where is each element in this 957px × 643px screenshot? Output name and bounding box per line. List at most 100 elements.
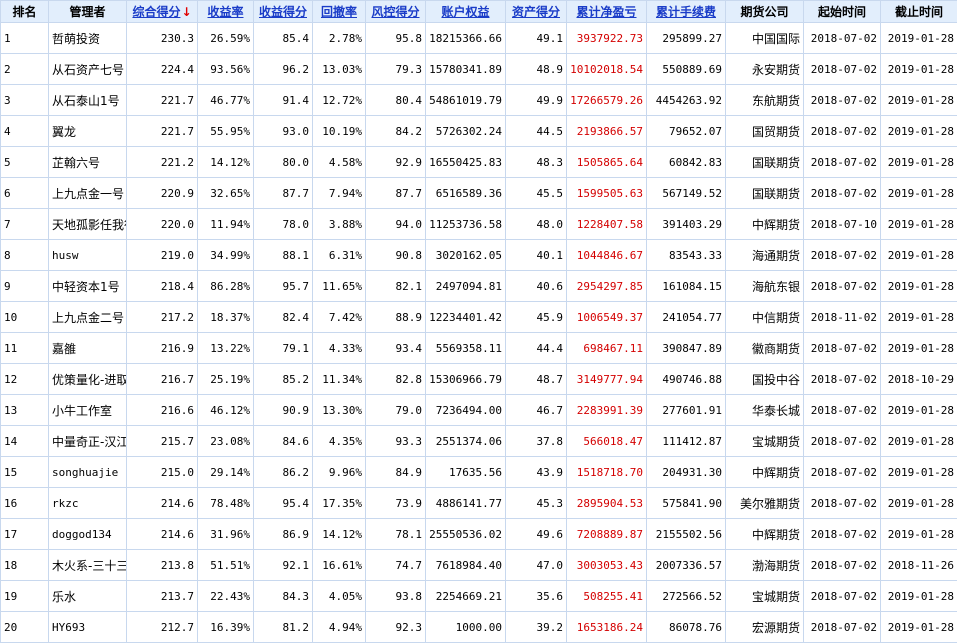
cell-drawdown: 14.12% <box>313 519 366 550</box>
cell-net-pnl: 698467.11 <box>567 333 647 364</box>
cell-return-score: 86.9 <box>254 519 313 550</box>
cell-return-score: 80.0 <box>254 147 313 178</box>
cell-company: 海通期货 <box>726 240 804 271</box>
cell-manager-link[interactable]: 中量奇正-汉江1号 <box>49 426 127 457</box>
cell-end-time: 2019-01-28 <box>881 581 957 612</box>
cell-return-score: 88.1 <box>254 240 313 271</box>
table-row: 18木火系-三十三期213.851.51%92.116.61%74.776189… <box>1 550 957 581</box>
cell-end-time: 2019-01-28 <box>881 178 957 209</box>
cell-risk-score: 84.2 <box>366 116 426 147</box>
table-row: 6上九点金一号220.932.65%87.77.94%87.76516589.3… <box>1 178 957 209</box>
cell-manager-link[interactable]: 天地孤影任我行 <box>49 209 127 240</box>
cell-drawdown: 4.35% <box>313 426 366 457</box>
cell-manager-link[interactable]: rkzc <box>49 488 127 519</box>
cell-return-score: 85.4 <box>254 23 313 54</box>
cell-manager-link[interactable]: 上九点金一号 <box>49 178 127 209</box>
cell-manager-link[interactable]: 小牛工作室 <box>49 395 127 426</box>
cell-equity: 2254669.21 <box>426 581 506 612</box>
cell-asset-score: 46.7 <box>506 395 567 426</box>
cell-asset-score: 45.9 <box>506 302 567 333</box>
cell-return-score: 84.3 <box>254 581 313 612</box>
cell-net-pnl: 2954297.85 <box>567 271 647 302</box>
header-return-score-sort[interactable]: 收益得分 <box>254 1 313 23</box>
cell-net-pnl: 1653186.24 <box>567 612 647 643</box>
cell-fees: 86078.76 <box>647 612 726 643</box>
cell-asset-score: 47.0 <box>506 550 567 581</box>
cell-start-time: 2018-07-02 <box>804 612 881 643</box>
header-equity-sort[interactable]: 账户权益 <box>426 1 506 23</box>
cell-drawdown: 7.94% <box>313 178 366 209</box>
cell-risk-score: 90.8 <box>366 240 426 271</box>
cell-asset-score: 48.9 <box>506 54 567 85</box>
cell-drawdown: 3.88% <box>313 209 366 240</box>
cell-manager-link[interactable]: 哲萌投资 <box>49 23 127 54</box>
cell-start-time: 2018-07-02 <box>804 240 881 271</box>
cell-equity: 17635.56 <box>426 457 506 488</box>
cell-risk-score: 94.0 <box>366 209 426 240</box>
cell-net-pnl: 1006549.37 <box>567 302 647 333</box>
cell-manager-link[interactable]: 中轻资本1号 <box>49 271 127 302</box>
cell-manager-link[interactable]: 优策量化-进取 <box>49 364 127 395</box>
cell-rank: 20 <box>1 612 49 643</box>
cell-rank: 10 <box>1 302 49 333</box>
cell-return-score: 81.2 <box>254 612 313 643</box>
cell-risk-score: 82.1 <box>366 271 426 302</box>
cell-equity: 54861019.79 <box>426 85 506 116</box>
cell-manager-link[interactable]: songhuajie <box>49 457 127 488</box>
cell-return-rate: 23.08% <box>198 426 254 457</box>
cell-manager-link[interactable]: doggod134 <box>49 519 127 550</box>
cell-score: 221.7 <box>127 85 198 116</box>
table-row: 17doggod134214.631.96%86.914.12%78.12555… <box>1 519 957 550</box>
cell-company: 渤海期货 <box>726 550 804 581</box>
header-drawdown-sort[interactable]: 回撤率 <box>313 1 366 23</box>
sort-desc-icon: ↓ <box>181 5 191 19</box>
header-asset-score-sort[interactable]: 资产得分 <box>506 1 567 23</box>
header-risk-score-sort[interactable]: 风控得分 <box>366 1 426 23</box>
cell-return-rate: 18.37% <box>198 302 254 333</box>
cell-equity: 5569358.11 <box>426 333 506 364</box>
cell-end-time: 2019-01-28 <box>881 54 957 85</box>
cell-manager-link[interactable]: 木火系-三十三期 <box>49 550 127 581</box>
cell-end-time: 2019-01-28 <box>881 395 957 426</box>
cell-score: 214.6 <box>127 488 198 519</box>
cell-return-rate: 14.12% <box>198 147 254 178</box>
header-fees-sort[interactable]: 累计手续费 <box>647 1 726 23</box>
cell-manager-link[interactable]: 翼龙 <box>49 116 127 147</box>
table-row: 10上九点金二号217.218.37%82.47.42%88.912234401… <box>1 302 957 333</box>
cell-company: 美尔雅期货 <box>726 488 804 519</box>
cell-company: 国联期货 <box>726 147 804 178</box>
cell-end-time: 2019-01-28 <box>881 147 957 178</box>
cell-drawdown: 10.19% <box>313 116 366 147</box>
cell-asset-score: 49.9 <box>506 85 567 116</box>
cell-risk-score: 93.4 <box>366 333 426 364</box>
cell-manager-link[interactable]: 乐水 <box>49 581 127 612</box>
cell-manager-link[interactable]: 嘉雒 <box>49 333 127 364</box>
cell-manager-link[interactable]: 从石资产七号 <box>49 54 127 85</box>
header-score-sort[interactable]: 综合得分↓ <box>127 1 198 23</box>
cell-risk-score: 87.7 <box>366 178 426 209</box>
cell-fees: 295899.27 <box>647 23 726 54</box>
header-return-rate-sort[interactable]: 收益率 <box>198 1 254 23</box>
cell-equity: 7618984.40 <box>426 550 506 581</box>
cell-equity: 25550536.02 <box>426 519 506 550</box>
cell-start-time: 2018-07-02 <box>804 488 881 519</box>
cell-return-rate: 78.48% <box>198 488 254 519</box>
cell-score: 230.3 <box>127 23 198 54</box>
cell-fees: 567149.52 <box>647 178 726 209</box>
cell-asset-score: 44.4 <box>506 333 567 364</box>
cell-rank: 17 <box>1 519 49 550</box>
cell-manager-link[interactable]: HY693 <box>49 612 127 643</box>
cell-rank: 15 <box>1 457 49 488</box>
cell-asset-score: 44.5 <box>506 116 567 147</box>
header-net-pnl-sort[interactable]: 累计净盈亏 <box>567 1 647 23</box>
cell-return-rate: 93.56% <box>198 54 254 85</box>
table-row: 20HY693212.716.39%81.24.94%92.31000.0039… <box>1 612 957 643</box>
cell-manager-link[interactable]: 芷翰六号 <box>49 147 127 178</box>
cell-manager-link[interactable]: 从石泰山1号 <box>49 85 127 116</box>
cell-return-rate: 34.99% <box>198 240 254 271</box>
cell-manager-link[interactable]: husw <box>49 240 127 271</box>
cell-risk-score: 93.3 <box>366 426 426 457</box>
cell-manager-link[interactable]: 上九点金二号 <box>49 302 127 333</box>
cell-score: 221.2 <box>127 147 198 178</box>
cell-asset-score: 49.1 <box>506 23 567 54</box>
